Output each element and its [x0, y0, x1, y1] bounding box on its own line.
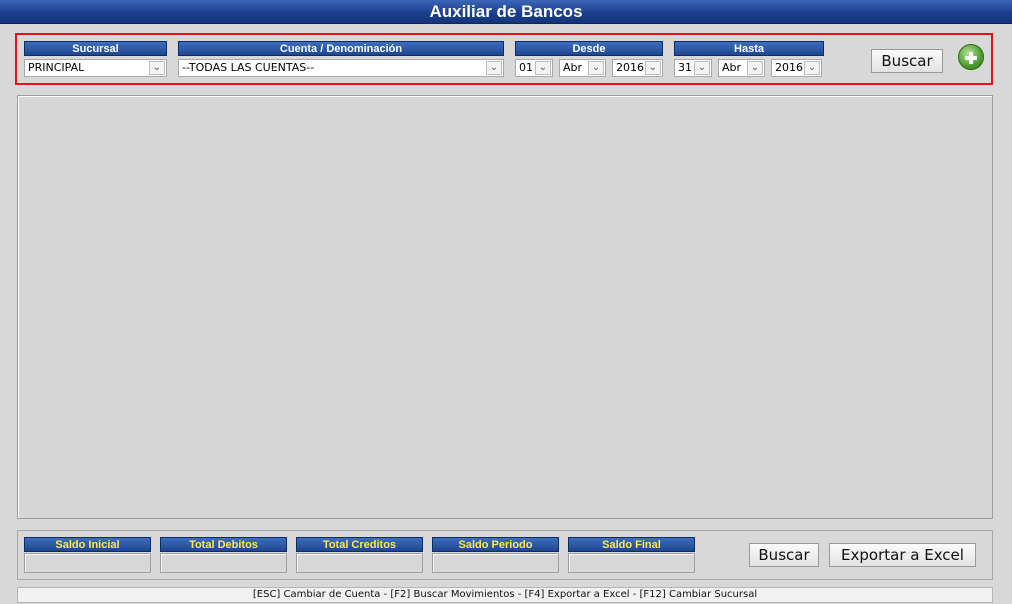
cuenta-select[interactable]: --TODAS LAS CUENTAS-- ⌄	[178, 59, 504, 77]
chevron-down-icon[interactable]: ⌄	[804, 61, 820, 75]
sucursal-select[interactable]: PRINCIPAL ⌄	[24, 59, 167, 77]
hasta-year-select[interactable]: 2016 ⌄	[771, 59, 822, 77]
filter-panel: Sucursal PRINCIPAL ⌄ Cuenta / Denominaci…	[15, 33, 993, 85]
hasta-day-value: 31	[678, 61, 692, 74]
chevron-down-icon[interactable]: ⌄	[747, 61, 763, 75]
desde-day-value: 01	[519, 61, 533, 74]
total-creditos-value	[296, 553, 423, 573]
export-excel-button[interactable]: Exportar a Excel	[829, 543, 976, 567]
cuenta-header: Cuenta / Denominación	[178, 41, 504, 56]
total-creditos-header: Total Creditos	[296, 537, 423, 552]
saldo-inicial-value	[24, 553, 151, 573]
desde-month-select[interactable]: Abr ⌄	[559, 59, 606, 77]
window-title: Auxiliar de Bancos	[0, 0, 1012, 24]
plus-circle-icon[interactable]	[958, 44, 984, 70]
desde-day-select[interactable]: 01 ⌄	[515, 59, 553, 77]
search-button[interactable]: Buscar	[749, 543, 819, 567]
desde-year-value: 2016	[616, 61, 644, 74]
chevron-down-icon[interactable]: ⌄	[645, 61, 661, 75]
movements-grid[interactable]	[17, 95, 993, 519]
auxiliar-bancos-window: Auxiliar de Bancos Sucursal PRINCIPAL ⌄ …	[0, 0, 1012, 604]
chevron-down-icon[interactable]: ⌄	[486, 61, 502, 75]
saldo-final-header: Saldo Final	[568, 537, 695, 552]
sucursal-value: PRINCIPAL	[28, 61, 85, 74]
totals-panel: Saldo Inicial Total Debitos Total Credit…	[17, 530, 993, 580]
chevron-down-icon[interactable]: ⌄	[149, 61, 165, 75]
shortcuts-statusbar: [ESC] Cambiar de Cuenta - [F2] Buscar Mo…	[17, 587, 993, 603]
chevron-down-icon[interactable]: ⌄	[588, 61, 604, 75]
hasta-year-value: 2016	[775, 61, 803, 74]
cuenta-value: --TODAS LAS CUENTAS--	[182, 61, 315, 74]
filter-search-button[interactable]: Buscar	[871, 49, 943, 73]
hasta-header: Hasta	[674, 41, 824, 56]
saldo-inicial-header: Saldo Inicial	[24, 537, 151, 552]
hasta-month-select[interactable]: Abr ⌄	[718, 59, 765, 77]
total-debitos-value	[160, 553, 287, 573]
chevron-down-icon[interactable]: ⌄	[535, 61, 551, 75]
desde-year-select[interactable]: 2016 ⌄	[612, 59, 663, 77]
saldo-final-value	[568, 553, 695, 573]
desde-month-value: Abr	[563, 61, 583, 74]
total-debitos-header: Total Debitos	[160, 537, 287, 552]
saldo-periodo-header: Saldo Periodo	[432, 537, 559, 552]
saldo-periodo-value	[432, 553, 559, 573]
desde-header: Desde	[515, 41, 663, 56]
chevron-down-icon[interactable]: ⌄	[694, 61, 710, 75]
hasta-month-value: Abr	[722, 61, 742, 74]
sucursal-header: Sucursal	[24, 41, 167, 56]
hasta-day-select[interactable]: 31 ⌄	[674, 59, 712, 77]
